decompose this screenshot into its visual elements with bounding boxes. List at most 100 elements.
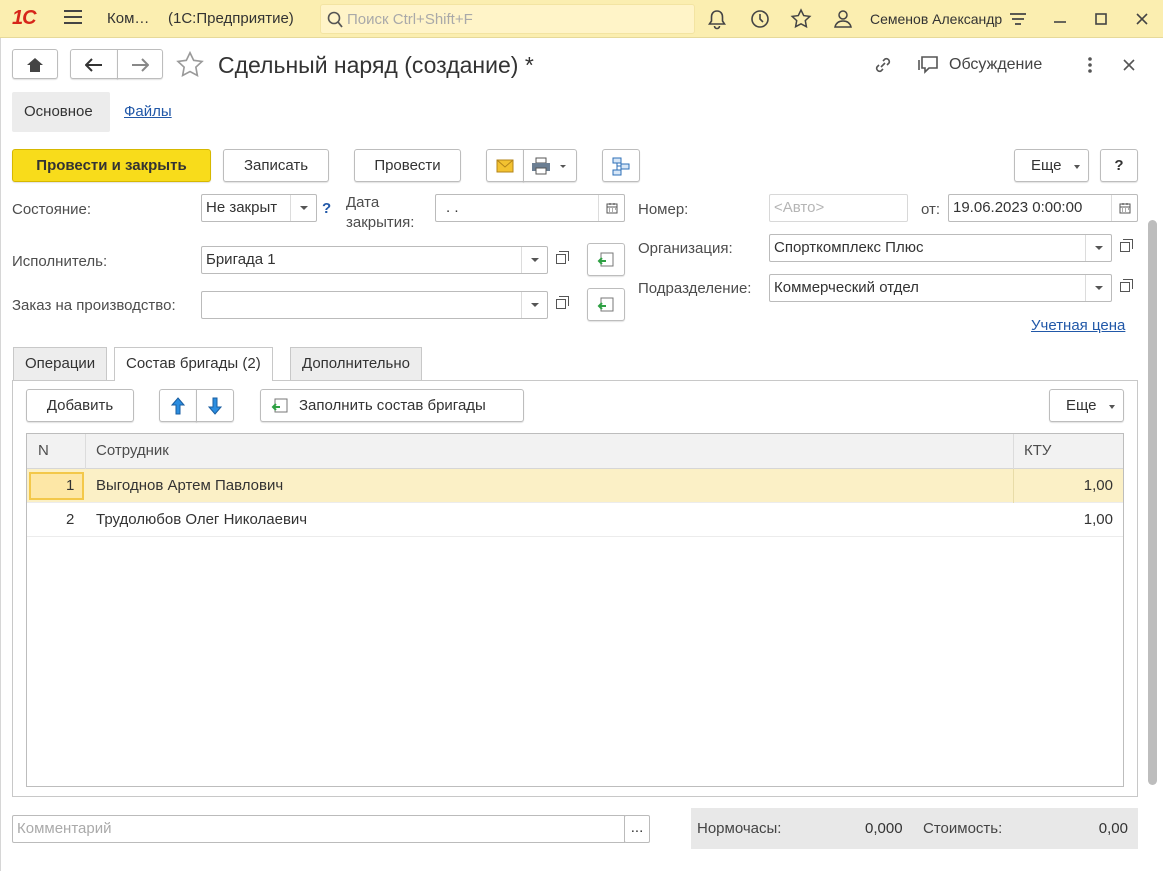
order-open-button[interactable] [548, 291, 574, 319]
discussion-button[interactable]: Обсуждение [949, 56, 1042, 74]
number-field[interactable]: <Авто> [769, 194, 908, 222]
more-vertical-icon[interactable] [1081, 55, 1099, 75]
scrollbar-thumb[interactable] [1148, 220, 1157, 785]
star-icon[interactable] [790, 8, 812, 30]
print-button[interactable] [523, 149, 577, 182]
favorite-star-icon[interactable] [174, 50, 206, 80]
post-and-close-button[interactable]: Провести и закрыть [12, 149, 211, 182]
printer-icon [532, 157, 566, 175]
minimize-icon[interactable] [1049, 8, 1071, 30]
col-n[interactable]: N [38, 442, 49, 459]
chevron-down-icon [1109, 405, 1115, 409]
close-form-icon[interactable] [1121, 57, 1137, 73]
table-row[interactable]: 1 Выгоднов Артем Павлович 1,00 [27, 469, 1123, 503]
more-button-label: Еще [1031, 157, 1062, 174]
link-icon[interactable] [872, 54, 894, 76]
table-row[interactable]: 2 Трудолюбов Олег Николаевич 1,00 [27, 503, 1123, 537]
discussion-icon[interactable] [917, 54, 941, 76]
history-icon[interactable] [749, 8, 771, 30]
settings-menu-icon[interactable] [1007, 8, 1029, 30]
team-more-button[interactable]: Еще [1049, 389, 1124, 422]
help-button[interactable]: ? [1100, 149, 1138, 182]
app-title-bar: 1С Ком… (1С:Предприятие) Поиск Ctrl+Shif… [0, 0, 1163, 38]
state-dropdown-icon[interactable] [290, 195, 316, 221]
open-icon [556, 296, 569, 309]
close-date-value: . . [446, 199, 459, 216]
accounting-price-link[interactable]: Учетная цена [1031, 317, 1125, 334]
page-title: Сдельный наряд (создание) * [218, 52, 534, 78]
structure-button[interactable] [602, 149, 640, 182]
row-n: 2 [66, 511, 75, 528]
dept-dropdown-icon[interactable] [1085, 275, 1111, 301]
main-menu-icon[interactable] [64, 10, 82, 26]
tab-team[interactable]: Состав бригады (2) [114, 347, 273, 381]
more-button[interactable]: Еще [1014, 149, 1089, 182]
col-employee[interactable]: Сотрудник [96, 442, 169, 459]
org-open-button[interactable] [1112, 234, 1138, 262]
org-dropdown-icon[interactable] [1085, 235, 1111, 261]
post-button[interactable]: Провести [354, 149, 461, 182]
open-icon [556, 251, 569, 264]
fill-team-label: Заполнить состав бригады [299, 397, 486, 414]
move-down-button[interactable] [196, 389, 234, 422]
dept-select[interactable]: Коммерческий отдел [769, 274, 1112, 302]
calendar-icon[interactable] [1119, 202, 1131, 214]
executor-open-button[interactable] [548, 246, 574, 274]
executor-select[interactable]: Бригада 1 [201, 246, 548, 274]
tab-main-label: Основное [24, 103, 93, 120]
save-button[interactable]: Записать [223, 149, 329, 182]
comment-select-button[interactable]: ... [624, 815, 650, 843]
state-help-icon[interactable]: ? [322, 200, 331, 217]
users-icon[interactable] [832, 8, 854, 30]
fill-green-icon [597, 252, 614, 267]
order-select[interactable] [201, 291, 548, 319]
close-date-label-2: закрытия: [346, 214, 415, 231]
dept-value: Коммерческий отдел [774, 279, 919, 296]
arrow-left-icon [84, 58, 102, 72]
move-up-button[interactable] [159, 389, 197, 422]
order-fill-button[interactable] [587, 288, 625, 321]
home-button[interactable] [12, 49, 58, 79]
tab-files[interactable]: Файлы [124, 103, 172, 120]
calendar-icon[interactable] [606, 202, 618, 214]
org-select[interactable]: Спорткомплекс Плюс [769, 234, 1112, 262]
col-ktu[interactable]: КТУ [1024, 442, 1051, 459]
org-value: Спорткомплекс Плюс [774, 239, 924, 256]
1c-logo[interactable]: 1С [12, 7, 37, 30]
maximize-icon[interactable] [1090, 8, 1112, 30]
search-input[interactable]: Поиск Ctrl+Shift+F [320, 4, 695, 34]
search-icon [327, 11, 343, 28]
state-select[interactable]: Не закрыт [201, 194, 317, 222]
bell-icon[interactable] [706, 8, 728, 30]
add-button[interactable]: Добавить [26, 389, 134, 422]
number-label: Номер: [638, 201, 689, 218]
row-n: 1 [66, 477, 75, 494]
executor-dropdown-icon[interactable] [521, 247, 547, 273]
row-cursor [29, 472, 84, 500]
row-employee: Трудолюбов Олег Николаевич [96, 511, 308, 528]
team-table[interactable]: N Сотрудник КТУ 1 Выгоднов Артем Павлови… [26, 433, 1124, 787]
dept-open-button[interactable] [1112, 274, 1138, 302]
hours-value: 0,000 [865, 820, 903, 837]
tab-main[interactable]: Основное [12, 92, 110, 132]
cost-label: Стоимость: [923, 820, 1003, 837]
close-date-field[interactable]: . . [435, 194, 625, 222]
forward-button[interactable] [117, 49, 163, 79]
dept-label: Подразделение: [638, 280, 752, 297]
close-icon[interactable] [1131, 8, 1153, 30]
executor-fill-button[interactable] [587, 243, 625, 276]
order-dropdown-icon[interactable] [521, 292, 547, 318]
tab-additional[interactable]: Дополнительно [290, 347, 422, 380]
row-ktu: 1,00 [1083, 511, 1113, 528]
row-employee: Выгоднов Артем Павлович [96, 477, 284, 494]
arrow-up-icon [170, 397, 186, 415]
email-button[interactable] [486, 149, 524, 182]
comment-input[interactable]: Комментарий [12, 815, 625, 843]
chevron-down-icon [1074, 165, 1080, 169]
user-name[interactable]: Семенов Александр [870, 11, 1002, 27]
from-date-field[interactable]: 19.06.2023 0:00:00 [948, 194, 1138, 222]
fill-team-button[interactable]: Заполнить состав бригады [260, 389, 524, 422]
back-button[interactable] [70, 49, 118, 79]
hierarchy-icon [612, 157, 630, 176]
tab-operations[interactable]: Операции [13, 347, 108, 380]
